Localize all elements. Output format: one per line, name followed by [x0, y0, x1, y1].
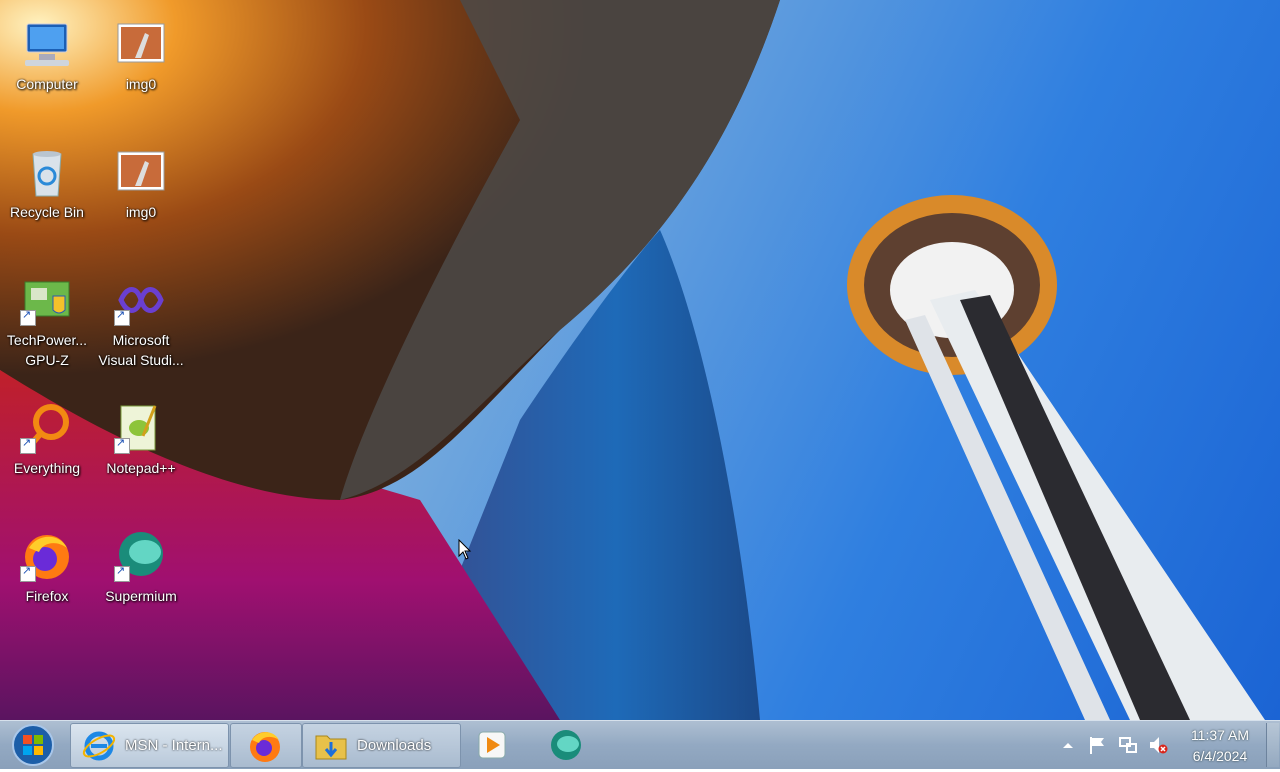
internet-explorer-icon: [82, 731, 116, 761]
action-center-flag-icon[interactable]: [1088, 735, 1108, 755]
desktop-icon-supermium[interactable]: Supermium: [94, 526, 184, 626]
show-desktop-button[interactable]: [1266, 723, 1279, 767]
desktop-icon-img0-1[interactable]: img0: [94, 14, 184, 114]
taskbar-button-label: MSN - Intern...: [125, 737, 223, 754]
firefox-icon: [250, 732, 280, 762]
image-file-icon: [117, 23, 165, 63]
shortcut-arrow-icon: [114, 564, 130, 582]
image-file-icon: [117, 151, 165, 191]
taskbar-button-internet-explorer[interactable]: MSN - Intern...: [70, 723, 229, 768]
desktop-icon-label: Supermium: [105, 588, 177, 604]
desktop-icon-computer[interactable]: Computer: [0, 14, 90, 114]
shortcut-arrow-icon: [114, 308, 130, 326]
desktop-icon-label: Recycle Bin: [10, 204, 84, 220]
media-player-icon: [478, 731, 506, 759]
volume-muted-icon[interactable]: [1148, 735, 1168, 755]
computer-icon: [25, 23, 69, 66]
taskbar-button-supermium[interactable]: [534, 723, 598, 766]
desktop-icon-label: Microsoft Visual Studi...: [98, 332, 184, 368]
folder-downloads-icon: [315, 735, 347, 760]
clock-date: 6/4/2024: [1192, 748, 1248, 764]
desktop-icon-img0-2[interactable]: img0: [94, 142, 184, 242]
wallpaper: [0, 0, 1265, 720]
desktop-icon-label: img0: [125, 76, 157, 92]
desktop-icon-label: Notepad++: [106, 460, 176, 476]
clock-time: 11:37 AM: [1190, 727, 1250, 743]
start-button[interactable]: [8, 723, 58, 767]
desktop-icon-firefox[interactable]: Firefox: [0, 526, 90, 626]
show-hidden-icons-arrow[interactable]: [1058, 735, 1078, 755]
desktop-icon-recycle-bin[interactable]: Recycle Bin: [0, 142, 90, 242]
desktop-icon-label: Computer: [16, 76, 78, 92]
supermium-icon: [551, 730, 581, 760]
desktop-icon-everything[interactable]: Everything: [0, 398, 90, 498]
taskbar-button-media-player[interactable]: [462, 723, 526, 766]
system-clock[interactable]: 11:37 AM 6/4/2024: [1180, 725, 1260, 767]
desktop-icon-label: Everything: [13, 460, 81, 476]
taskbar-button-label: Downloads: [357, 737, 432, 754]
desktop[interactable]: Computer img0 Recycle Bin img0 ↗ TechPow…: [0, 0, 1280, 720]
taskbar-button-downloads[interactable]: Downloads: [302, 723, 461, 768]
shortcut-arrow-icon: [20, 308, 36, 326]
shortcut-arrow-icon: [114, 436, 130, 454]
windows-start-icon: [12, 724, 54, 766]
network-icon[interactable]: [1118, 735, 1138, 755]
taskbar: MSN - Intern... Downloads 11:37 AM 6/4/2…: [0, 720, 1280, 769]
desktop-icon-gpu-z[interactable]: TechPower... GPU-Z: [0, 270, 90, 380]
taskbar-button-firefox[interactable]: [230, 723, 302, 768]
desktop-icon-label: img0: [125, 204, 157, 220]
desktop-icon-notepad-plus-plus[interactable]: Notepad++: [94, 398, 184, 498]
desktop-icon-label: TechPower... GPU-Z: [6, 332, 88, 368]
recycle-bin-icon: [32, 151, 62, 197]
desktop-icon-visual-studio[interactable]: Microsoft Visual Studi...: [94, 270, 184, 380]
shortcut-arrow-icon: [20, 564, 36, 582]
mouse-cursor-icon: [458, 539, 472, 560]
desktop-icon-label: Firefox: [25, 588, 69, 604]
shortcut-arrow-icon: [20, 436, 36, 454]
